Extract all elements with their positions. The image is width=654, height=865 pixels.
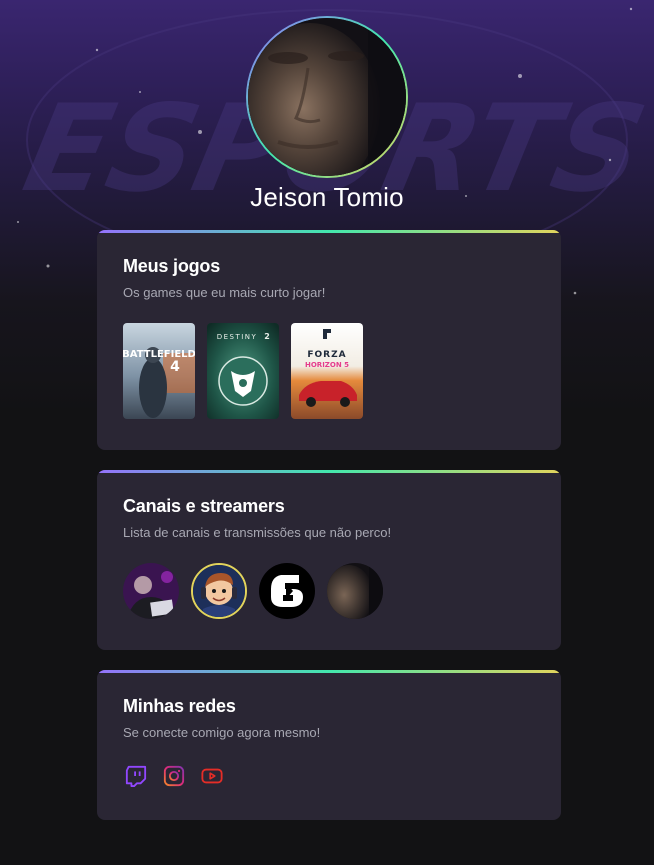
profile-avatar[interactable] xyxy=(248,18,406,176)
game-battlefield-4[interactable]: BATTLEFIELD 4 xyxy=(123,323,195,419)
streamer-face-icon xyxy=(327,563,383,619)
streamer-purple-avatar[interactable] xyxy=(123,563,179,619)
games-card-title: Meus jogos xyxy=(123,256,221,276)
socials-card: Minhas redes Se conecte comigo agora mes… xyxy=(97,670,561,820)
channels-card: Canais e streamers Lista de canais e tra… xyxy=(97,470,561,650)
game-destiny-2[interactable]: DESTINY 2 xyxy=(207,323,279,419)
socials-card-title: Minhas redes xyxy=(123,696,236,716)
instagram-link[interactable] xyxy=(162,764,186,788)
profile-header: Jeison Tomio xyxy=(0,0,654,213)
destiny-number: 2 xyxy=(264,332,270,341)
forza-subtitle: HORIZON 5 xyxy=(305,361,349,369)
forza-logo: FORZA xyxy=(307,350,346,360)
profile-avatar-ring xyxy=(246,16,408,178)
twitch-link[interactable] xyxy=(124,764,148,788)
forza-cover-icon: FORZA HORIZON 5 xyxy=(291,323,363,419)
twitch-icon xyxy=(125,765,147,787)
channels-card-subtitle: Lista de canais e transmissões que não p… xyxy=(123,525,392,540)
rainbow-six-icon xyxy=(259,563,315,619)
rainbow-six-logo[interactable] xyxy=(259,563,315,619)
socials-card-subtitle: Se conecte comigo agora mesmo! xyxy=(123,725,321,740)
streamer-purple-icon xyxy=(123,563,179,619)
battlefield-logo: BATTLEFIELD xyxy=(123,349,195,360)
destiny-cover-icon: DESTINY 2 xyxy=(207,323,279,419)
games-card-subtitle: Os games que eu mais curto jogar! xyxy=(123,285,326,300)
youtube-link[interactable] xyxy=(200,764,224,788)
battlefield-number: 4 xyxy=(170,359,180,375)
streamer-cartoon-icon xyxy=(193,565,245,617)
games-card: Meus jogos Os games que eu mais curto jo… xyxy=(97,230,561,450)
channels-card-title: Canais e streamers xyxy=(123,496,285,516)
game-forza-horizon-5[interactable]: FORZA HORIZON 5 xyxy=(291,323,363,419)
profile-name: Jeison Tomio xyxy=(250,182,404,212)
profile-photo-icon xyxy=(248,18,406,176)
instagram-icon xyxy=(163,765,185,787)
streamer-face-avatar[interactable] xyxy=(327,563,383,619)
streamer-cartoon-avatar[interactable] xyxy=(191,563,247,619)
destiny-logo: DESTINY xyxy=(217,333,258,341)
battlefield-cover-icon: BATTLEFIELD 4 xyxy=(123,323,195,419)
youtube-icon xyxy=(201,768,223,784)
